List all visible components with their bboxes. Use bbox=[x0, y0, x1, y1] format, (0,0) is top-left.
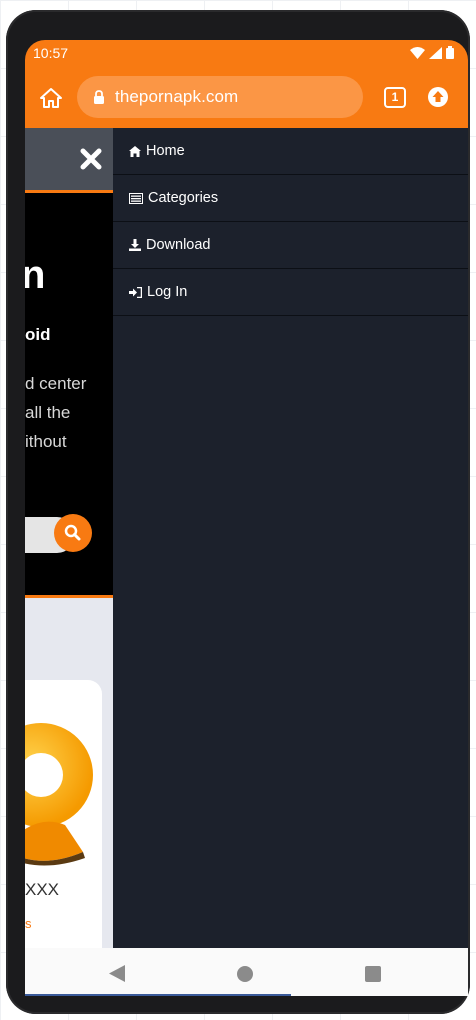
status-time: 10:57 bbox=[33, 45, 69, 61]
menu-item-label: Log In bbox=[147, 284, 188, 300]
menu-item-label: Download bbox=[146, 237, 211, 253]
home-button-icon[interactable] bbox=[39, 86, 63, 110]
hero-description: d center all the ithout bbox=[25, 374, 87, 451]
apps-section: XXX s bbox=[25, 598, 113, 978]
wifi-icon bbox=[410, 46, 425, 59]
drawer-menu: Home Categories Download Log In bbox=[113, 128, 468, 978]
underlying-page: n oid d center all the ithout XXX s bbox=[25, 128, 113, 978]
phone-frame: 10:57 thepornapk.com 1 n oid d center al… bbox=[6, 10, 470, 1014]
menu-item-download[interactable]: Download bbox=[113, 222, 468, 269]
hero-section: n oid d center all the ithout bbox=[25, 193, 113, 598]
menu-item-categories[interactable]: Categories bbox=[113, 175, 468, 222]
app-logo-icon bbox=[25, 723, 93, 866]
page-scroll-indicator bbox=[25, 994, 291, 996]
tab-switcher-button[interactable]: 1 bbox=[384, 87, 406, 108]
home-nav-button[interactable] bbox=[237, 966, 253, 982]
home-icon bbox=[129, 145, 141, 157]
screen: 10:57 thepornapk.com 1 n oid d center al… bbox=[25, 40, 468, 996]
download-icon bbox=[129, 239, 141, 251]
list-icon bbox=[129, 192, 143, 204]
browser-toolbar: thepornapk.com 1 bbox=[25, 68, 468, 128]
system-navigation-bar bbox=[25, 948, 468, 996]
search-icon bbox=[64, 524, 81, 541]
address-bar[interactable]: thepornapk.com bbox=[77, 76, 363, 118]
status-icons bbox=[410, 46, 454, 59]
menu-item-label: Home bbox=[146, 143, 185, 159]
hero-subtitle: oid bbox=[25, 325, 51, 344]
signal-icon bbox=[429, 46, 442, 59]
battery-icon bbox=[446, 46, 454, 59]
search-button[interactable] bbox=[54, 514, 92, 552]
status-bar: 10:57 bbox=[25, 40, 468, 68]
url-text: thepornapk.com bbox=[115, 87, 239, 106]
menu-item-home[interactable]: Home bbox=[113, 128, 468, 175]
recents-button[interactable] bbox=[365, 966, 381, 982]
menu-item-log-in[interactable]: Log In bbox=[113, 269, 468, 316]
page-header bbox=[25, 128, 113, 193]
lock-icon bbox=[94, 90, 104, 104]
back-icon[interactable] bbox=[109, 965, 125, 982]
app-card-title: XXX bbox=[25, 880, 60, 899]
hero-title: n bbox=[25, 253, 46, 297]
upload-icon[interactable] bbox=[427, 86, 449, 108]
app-card-link[interactable]: s bbox=[25, 916, 32, 931]
menu-item-label: Categories bbox=[148, 190, 219, 206]
app-card[interactable]: XXX s bbox=[25, 680, 102, 978]
close-icon[interactable] bbox=[80, 148, 102, 170]
sign-in-icon bbox=[129, 286, 142, 298]
